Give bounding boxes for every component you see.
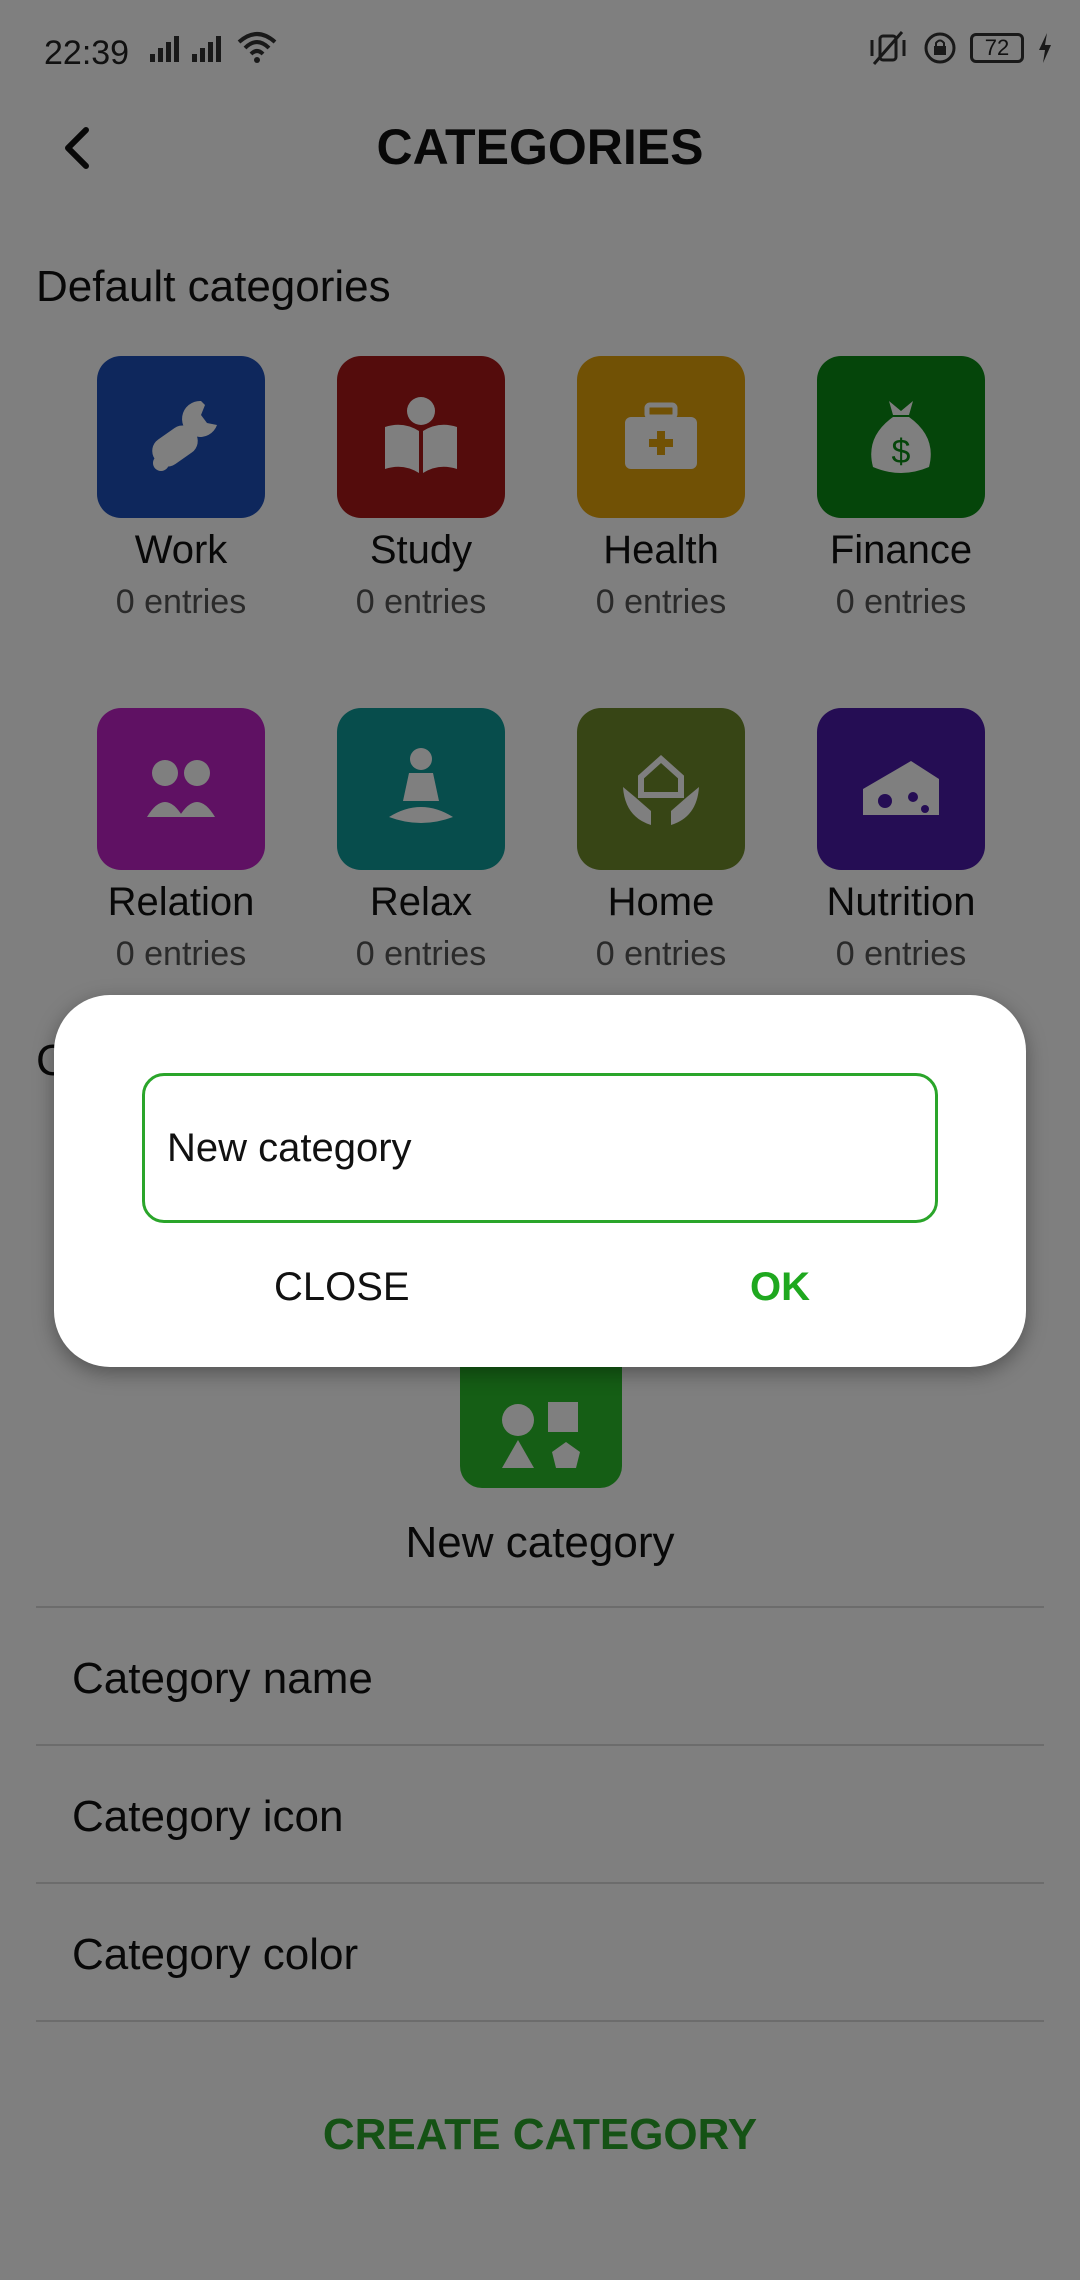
ok-button[interactable]: OK <box>750 1265 810 1310</box>
rename-dialog: CLOSE OK <box>54 995 1026 1367</box>
category-name-input[interactable] <box>142 1073 938 1223</box>
app-screen: 22:39 72 <box>0 0 1080 2280</box>
close-button[interactable]: CLOSE <box>274 1265 410 1310</box>
